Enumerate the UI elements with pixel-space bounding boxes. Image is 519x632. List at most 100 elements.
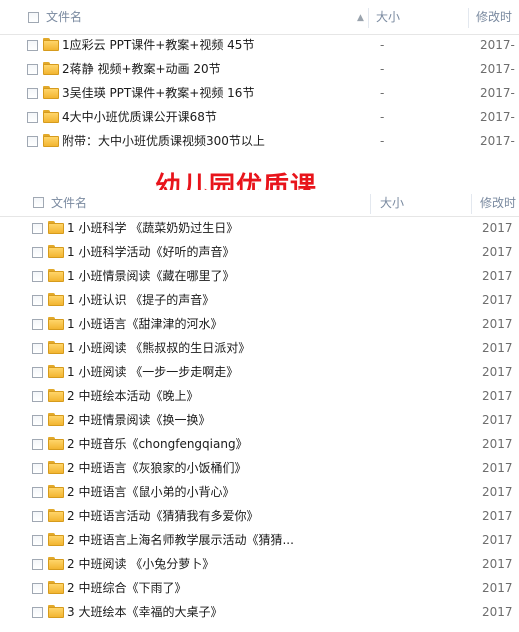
folder-icon [48,533,64,546]
column-header-name[interactable]: 文件名 [51,190,87,216]
file-row[interactable]: 1应彩云 PPT课件+教案+视频 45节 - 2017- [0,33,519,57]
row-checkbox[interactable] [32,343,43,354]
file-date: 2017 [482,605,513,619]
file-date: 2017 [482,389,513,403]
column-header-name[interactable]: 文件名 [46,4,82,30]
top-column-header: 文件名 ▲ 大小 修改时 [0,0,519,35]
select-all-checkbox[interactable] [33,197,44,208]
file-row[interactable]: 1 小班认识 《提子的声音》 2017 [0,288,519,312]
file-name: 2 中班语言《鼠小弟的小背心》 [67,485,235,499]
file-row[interactable]: 1 小班情景阅读《藏在哪里了》 2017 [0,264,519,288]
row-checkbox[interactable] [32,319,43,330]
file-size: - [380,62,385,76]
file-row[interactable]: 附带：大中小班优质课视频300节以上 - 2017- [0,129,519,153]
row-checkbox[interactable] [32,367,43,378]
row-checkbox[interactable] [32,463,43,474]
file-row[interactable]: 1 小班科学活动《好听的声音》 2017 [0,240,519,264]
sort-up-icon: ▲ [357,13,364,23]
folder-icon [43,134,59,147]
file-name: 2 中班语言上海名师教学展示活动《猜猜... [67,533,294,547]
folder-icon [48,341,64,354]
file-date: 2017 [482,269,513,283]
folder-icon [48,461,64,474]
folder-icon [48,245,64,258]
file-row[interactable]: 2 中班阅读 《小兔分萝卜》 2017 [0,552,519,576]
row-checkbox[interactable] [32,583,43,594]
row-checkbox[interactable] [32,391,43,402]
file-date: 2017 [482,245,513,259]
row-checkbox[interactable] [32,295,43,306]
file-row[interactable]: 2 中班音乐《chongfengqiang》 2017 [0,432,519,456]
row-checkbox[interactable] [32,559,43,570]
file-name: 4大中小班优质课公开课68节 [62,110,217,124]
file-row[interactable]: 2 中班综合《下雨了》 2017 [0,576,519,600]
row-checkbox[interactable] [32,535,43,546]
file-row[interactable]: 2蒋静 视频+教案+动画 20节 - 2017- [0,57,519,81]
file-row[interactable]: 1 小班阅读 《一步一步走啊走》 2017 [0,360,519,384]
file-size: - [380,38,385,52]
file-name: 1 小班认识 《提子的声音》 [67,293,215,307]
file-size: - [380,134,385,148]
file-date: 2017- [480,38,515,52]
row-checkbox[interactable] [32,271,43,282]
file-name: 1 小班科学 《蔬菜奶奶过生日》 [67,221,239,235]
row-checkbox[interactable] [27,88,38,99]
row-checkbox[interactable] [32,223,43,234]
row-checkbox[interactable] [32,439,43,450]
column-header-size[interactable]: 大小 [376,4,400,30]
file-date: 2017 [482,557,513,571]
row-checkbox[interactable] [32,511,43,522]
file-row[interactable]: 2 中班语言《鼠小弟的小背心》 2017 [0,480,519,504]
file-name: 2蒋静 视频+教案+动画 20节 [62,62,221,76]
file-row[interactable]: 2 中班情景阅读《换一换》 2017 [0,408,519,432]
file-name: 1 小班阅读 《一步一步走啊走》 [67,365,239,379]
row-checkbox[interactable] [27,64,38,75]
row-checkbox[interactable] [32,487,43,498]
file-date: 2017 [482,221,513,235]
folder-icon [48,605,64,618]
column-divider[interactable] [468,8,469,28]
file-row[interactable]: 1 小班阅读 《熊叔叔的生日派对》 2017 [0,336,519,360]
column-header-date[interactable]: 修改时 [480,190,516,216]
row-checkbox[interactable] [32,415,43,426]
file-name: 1 小班语言《甜津津的河水》 [67,317,223,331]
file-name: 2 中班语言活动《猜猜我有多爱你》 [67,509,259,523]
file-row[interactable]: 4大中小班优质课公开课68节 - 2017- [0,105,519,129]
file-row[interactable]: 3 大班绘本《幸福的大桌子》 2017 [0,600,519,624]
file-date: 2017 [482,437,513,451]
column-header-size[interactable]: 大小 [380,190,404,216]
file-size: - [380,86,385,100]
file-date: 2017 [482,317,513,331]
column-header-date[interactable]: 修改时 [476,4,512,30]
file-name: 附带：大中小班优质课视频300节以上 [62,134,265,148]
file-row[interactable]: 2 中班语言上海名师教学展示活动《猜猜... 2017 [0,528,519,552]
column-divider[interactable] [370,194,371,214]
row-checkbox[interactable] [27,136,38,147]
folder-icon [48,365,64,378]
row-checkbox[interactable] [27,40,38,51]
folder-icon [48,557,64,570]
select-all-checkbox[interactable] [28,12,39,23]
file-row[interactable]: 1 小班语言《甜津津的河水》 2017 [0,312,519,336]
file-name: 2 中班阅读 《小兔分萝卜》 [67,557,215,571]
file-name: 2 中班语言《灰狼家的小饭桶们》 [67,461,247,475]
file-row[interactable]: 3吴佳瑛 PPT课件+教案+视频 16节 - 2017- [0,81,519,105]
folder-icon [48,293,64,306]
file-name: 1 小班情景阅读《藏在哪里了》 [67,269,235,283]
file-date: 2017 [482,293,513,307]
file-name: 1 小班科学活动《好听的声音》 [67,245,235,259]
column-divider[interactable] [471,194,472,214]
folder-icon [48,221,64,234]
file-row[interactable]: 2 中班语言活动《猜猜我有多爱你》 2017 [0,504,519,528]
file-date: 2017 [482,485,513,499]
row-checkbox[interactable] [27,112,38,123]
file-row[interactable]: 2 中班绘本活动《晚上》 2017 [0,384,519,408]
folder-icon [48,413,64,426]
column-divider[interactable] [368,8,369,28]
row-checkbox[interactable] [32,607,43,618]
bottom-file-list: 文件名 大小 修改时 1 小班科学 《蔬菜奶奶过生日》 2017 1 小班科学活动《… [0,190,519,632]
file-row[interactable]: 1 小班科学 《蔬菜奶奶过生日》 2017 [0,216,519,240]
file-row[interactable]: 2 中班语言《灰狼家的小饭桶们》 2017 [0,456,519,480]
row-checkbox[interactable] [32,247,43,258]
file-name: 1应彩云 PPT课件+教案+视频 45节 [62,38,255,52]
